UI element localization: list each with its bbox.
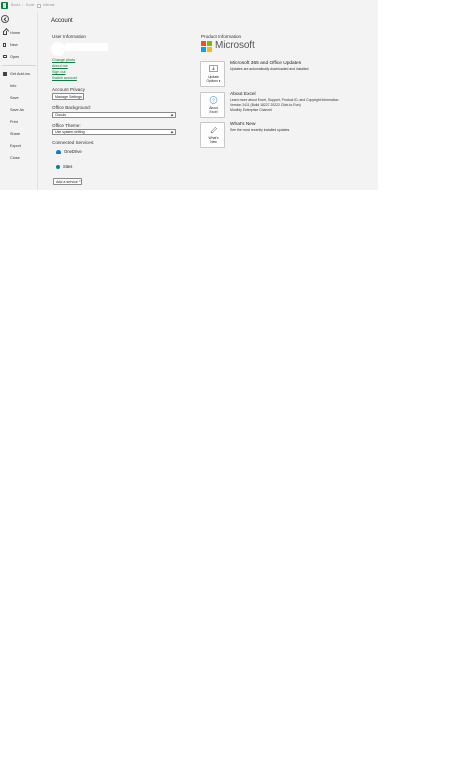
office-background-select[interactable]: Clouds [52,111,176,118]
chevron-down-icon: ▾ [217,79,221,83]
about-excel-title: About Excel [230,92,256,97]
sidebar-item-label: New [10,42,18,47]
folder-icon [3,54,7,58]
about-me-link[interactable]: About me [52,64,68,68]
service-label: Sites [63,164,73,169]
office-background-heading: Office Background: [52,105,91,110]
office-theme-heading: Office Theme: [52,123,81,128]
user-information-heading: User Information [52,34,86,39]
sharepoint-sites-icon [56,164,60,169]
sidebar-item-share[interactable]: Share [0,129,38,138]
account-privacy-heading: Account Privacy [52,87,85,92]
sidebar-item-export[interactable]: Export [0,141,38,150]
sidebar-item-label: Get Add-ins [10,71,30,76]
updates-text: Updates are automatically downloaded and… [230,67,310,71]
add-ins-icon [3,71,7,76]
excel-window: Book1 • Excel Internal Home New Open Get… [0,0,378,190]
sidebar-item-get-add-ins[interactable]: Get Add-ins [0,69,38,78]
sidebar-item-print[interactable]: Print [0,117,38,126]
question-mark-icon: ? [209,96,218,104]
sidebar-item-label: Home [10,30,21,35]
chevron-down-icon: ▾ [79,180,81,183]
product-information-heading: Product Information [201,34,242,39]
user-name-redacted [65,43,108,51]
office-theme-value: Use system setting [55,130,85,134]
sidebar-item-save[interactable]: Save [0,93,38,102]
backstage-sidebar: Home New Open Get Add-ins Info Save Save… [0,12,38,190]
microsoft-wordmark: Microsoft [215,40,255,51]
chevron-down-icon [170,113,174,116]
sidebar-divider [2,65,36,66]
sidebar-item-label: Share [10,131,21,136]
new-file-icon [3,42,7,47]
update-options-button[interactable]: Update Options ▾ [200,61,225,87]
sidebar-item-new[interactable]: New [0,40,38,49]
sidebar-item-label: Close [10,155,20,160]
onedrive-icon [56,149,61,154]
sidebar-item-label: Open [10,54,20,59]
sensitivity-label: Internal [43,3,55,7]
sidebar-item-label: Info [10,83,17,88]
sidebar-item-label: Print [10,119,18,124]
connected-services-heading: Connected Services: [52,140,95,145]
sidebar-item-save-as[interactable]: Save As [0,105,38,114]
page-title: Account [51,18,73,24]
home-icon [3,31,7,35]
add-a-service-label: Add a service [56,179,78,184]
manage-settings-button[interactable]: Manage Settings [52,93,84,100]
title-bar: Book1 • Excel Internal [0,0,378,12]
whats-new-title: What's New [230,122,256,127]
sidebar-item-label: Export [10,143,21,148]
sidebar-item-label: Save As [10,107,24,112]
about-excel-channel: Monthly Enterprise Channel [230,108,272,112]
office-theme-select[interactable]: Use system setting [52,129,176,135]
updates-title: Microsoft 365 and Office Updates [230,61,302,66]
about-excel-button[interactable]: ? About Excel [200,92,225,118]
office-background-value: Clouds [55,112,66,117]
service-label: OneDrive [64,149,82,154]
whats-new-label-line2: New [210,140,217,144]
sensitivity-checkbox[interactable] [37,3,41,8]
app-label: Excel [26,3,35,7]
microsoft-logo-icon [201,41,212,52]
excel-logo-icon [1,2,8,9]
switch-account-link[interactable]: Switch account [52,76,77,80]
sidebar-item-open[interactable]: Open [0,52,38,61]
about-excel-label-line2: Excel [209,110,218,114]
sidebar-item-home[interactable]: Home [0,28,38,37]
service-onedrive: OneDrive [56,149,82,154]
update-options-label-line2: Options ▾ [201,79,226,83]
whats-new-button[interactable]: What's New [200,122,225,148]
sidebar-item-close[interactable]: Close [0,153,38,162]
sign-out-link[interactable]: Sign out [52,70,66,74]
pencil-icon [210,127,217,134]
avatar[interactable] [51,42,65,56]
sidebar-item-label: Save [10,95,19,100]
add-a-service-button[interactable]: Add a service ▾ [53,178,82,185]
svg-text:?: ? [212,98,215,103]
service-sites: Sites [56,164,72,169]
back-arrow-icon[interactable] [1,15,9,23]
account-page: Account User Information Change photo Ab… [38,12,378,190]
whats-new-text: See the most recently installed updates. [230,128,291,132]
chevron-down-icon [170,130,174,134]
change-photo-link[interactable]: Change photo [52,58,75,62]
sidebar-item-info[interactable]: Info [0,81,38,90]
update-download-icon [209,65,218,72]
update-options-label: Options [206,79,218,83]
workbook-name: Book1 [11,3,21,7]
title-separator: • [22,3,24,7]
